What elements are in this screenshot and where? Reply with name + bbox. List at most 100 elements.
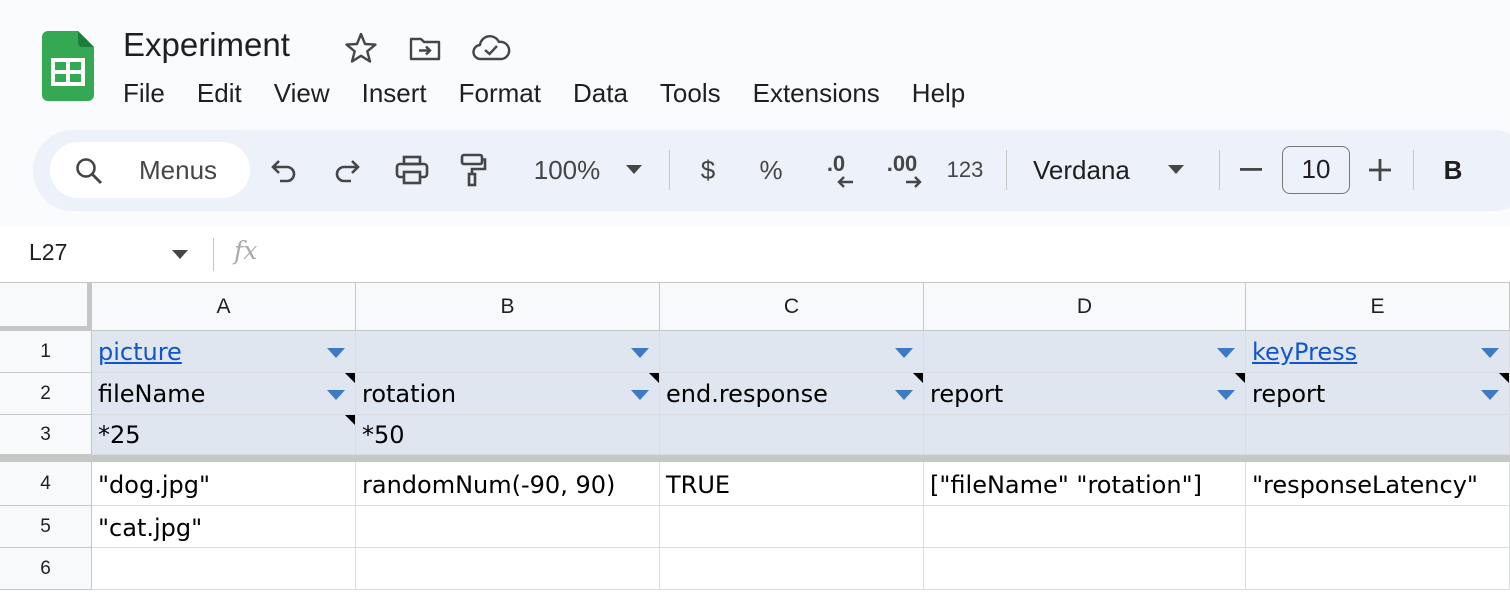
column-header-a[interactable]: A [92,283,356,331]
zoom-select[interactable]: 100% [523,150,653,190]
note-indicator-icon[interactable] [1235,373,1245,383]
cell-d1[interactable] [924,331,1246,373]
menus-search-button[interactable]: Menus [50,142,250,198]
freeze-rows-divider[interactable] [0,455,1510,462]
spreadsheet-grid: A B C D E 1 2 3 4 5 6 picture keyPress f… [0,283,1510,592]
menu-help[interactable]: Help [896,74,981,112]
row-header-3[interactable]: 3 [0,415,92,455]
cell-a1-value[interactable]: picture [98,338,182,366]
cell-a2[interactable]: fileName [92,373,356,415]
undo-button[interactable] [266,150,302,190]
cell-c2-value: end.response [666,380,828,408]
note-indicator-icon[interactable] [345,415,355,425]
cell-a6[interactable] [92,548,356,590]
cell-b2[interactable]: rotation [356,373,660,415]
menu-tools[interactable]: Tools [644,74,737,112]
number-format-button[interactable]: 123 [943,150,987,190]
app-header: Experiment File Edit View Insert Format … [0,0,1510,130]
cell-e6[interactable] [1246,548,1510,590]
menu-extensions[interactable]: Extensions [737,74,896,112]
row-header-6[interactable]: 6 [0,548,92,590]
column-header-b[interactable]: B [356,283,660,331]
cell-c6[interactable] [660,548,924,590]
cloud-saved-icon[interactable] [471,31,511,65]
cell-a1[interactable]: picture [92,331,356,373]
filter-dropdown-icon[interactable] [895,390,913,400]
formula-input[interactable] [290,238,1490,270]
cell-d5[interactable] [924,506,1246,548]
decrease-decimal-button[interactable]: .0 [816,150,856,190]
row-header-2[interactable]: 2 [0,373,92,415]
column-header-c[interactable]: C [660,283,924,331]
filter-dropdown-icon[interactable] [1481,348,1499,358]
select-all-corner[interactable] [0,283,92,331]
cell-d2-value: report [930,380,1004,408]
cell-e5[interactable] [1246,506,1510,548]
cell-c1[interactable] [660,331,924,373]
menu-insert[interactable]: Insert [346,74,443,112]
filter-dropdown-icon[interactable] [1481,390,1499,400]
filter-dropdown-icon[interactable] [631,348,649,358]
cell-a2-value: fileName [98,380,206,408]
font-size-input[interactable]: 10 [1282,146,1350,194]
cell-d4[interactable]: ["fileName" "rotation"] [924,462,1246,506]
cell-d6[interactable] [924,548,1246,590]
increase-font-size-button[interactable] [1366,150,1394,190]
cell-e3[interactable] [1246,415,1510,455]
cell-b6[interactable] [356,548,660,590]
cell-b2-value: rotation [362,380,457,408]
filter-dropdown-icon[interactable] [1217,348,1235,358]
move-folder-icon[interactable] [408,31,442,65]
column-header-d[interactable]: D [924,283,1246,331]
menu-view[interactable]: View [258,74,346,112]
redo-button[interactable] [329,150,365,190]
menu-edit[interactable]: Edit [181,74,258,112]
font-family-select[interactable]: Verdana [1033,150,1193,190]
cell-a4[interactable]: "dog.jpg" [92,462,356,506]
increase-decimal-button[interactable]: .00 [879,150,925,190]
filter-dropdown-icon[interactable] [1217,390,1235,400]
filter-dropdown-icon[interactable] [327,390,345,400]
star-icon[interactable] [344,31,378,65]
menu-file[interactable]: File [107,74,181,112]
menu-format[interactable]: Format [443,74,557,112]
column-header-e[interactable]: E [1246,283,1510,331]
row-header-1[interactable]: 1 [0,331,92,373]
cell-c3[interactable] [660,415,924,455]
cell-e2[interactable]: report [1246,373,1510,415]
cell-b4[interactable]: randomNum(-90, 90) [356,462,660,506]
menu-data[interactable]: Data [557,74,644,112]
paint-format-button[interactable] [456,150,490,190]
cell-a3[interactable]: *25 [92,415,356,455]
row-header-4[interactable]: 4 [0,462,92,506]
bold-button[interactable]: B [1438,150,1468,190]
cell-c4[interactable]: TRUE [660,462,924,506]
note-indicator-icon[interactable] [345,373,355,383]
note-indicator-icon[interactable] [1499,373,1509,383]
print-button[interactable] [393,150,431,190]
filter-dropdown-icon[interactable] [631,390,649,400]
filter-dropdown-icon[interactable] [895,348,913,358]
document-title[interactable]: Experiment [123,26,290,64]
cell-e4[interactable]: "responseLatency" [1246,462,1510,506]
chevron-down-icon[interactable] [172,250,188,260]
cell-e1[interactable]: keyPress [1246,331,1510,373]
cell-d3[interactable] [924,415,1246,455]
decrease-font-size-button[interactable] [1237,150,1265,190]
cell-a5[interactable]: "cat.jpg" [92,506,356,548]
cell-b5[interactable] [356,506,660,548]
cell-c2[interactable]: end.response [660,373,924,415]
currency-format-button[interactable]: $ [693,150,723,190]
cell-d2[interactable]: report [924,373,1246,415]
sheets-logo-icon[interactable] [42,31,94,101]
filter-dropdown-icon[interactable] [327,348,345,358]
name-box[interactable]: L27 [29,239,67,266]
note-indicator-icon[interactable] [913,373,923,383]
cell-b1[interactable] [356,331,660,373]
row-header-5[interactable]: 5 [0,506,92,548]
cell-b3[interactable]: *50 [356,415,660,455]
cell-c5[interactable] [660,506,924,548]
percent-format-button[interactable]: % [755,150,787,190]
note-indicator-icon[interactable] [649,373,659,383]
cell-e1-value[interactable]: keyPress [1252,338,1357,366]
